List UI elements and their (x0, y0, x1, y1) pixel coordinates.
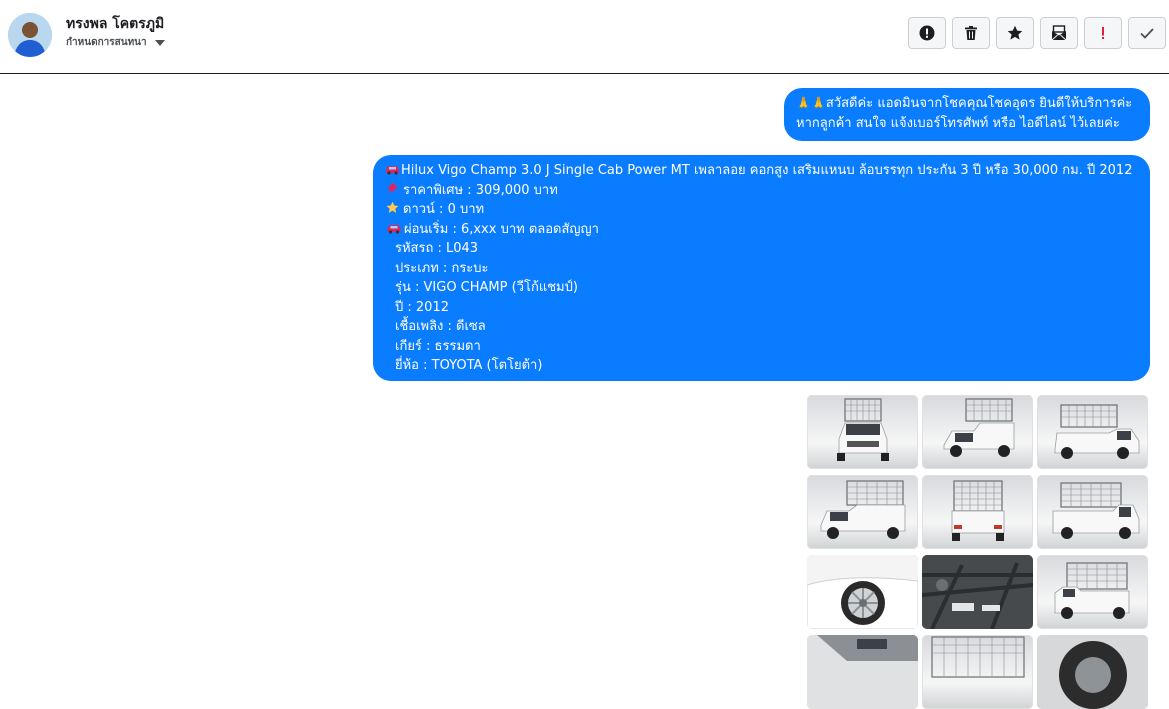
truck-photo-icon (1052, 482, 1140, 539)
report-button[interactable] (908, 17, 946, 49)
star-icon (1007, 25, 1023, 40)
message-bubble-greeting[interactable]: 🙏🙏สวัสดีค่ะ แอดมินจากโชคคุณโชคอุดร ยินดี… (784, 88, 1150, 141)
truck-photo-icon (837, 398, 889, 461)
message-text: สวัสดีค่ะ แอดมินจากโชคคุณโชคอุดร ยินดีให… (825, 96, 1133, 111)
truck-photo-icon (1054, 404, 1140, 459)
listing-title: Hilux Vigo Champ 3.0 J Single Cab Power … (401, 163, 1133, 178)
photo-thumbnail[interactable] (807, 635, 918, 709)
message-text: หากลูกค้า สนใจ แจ้งเบอร์โทรศัพท์ หรือ ไอ… (796, 115, 1120, 131)
done-button[interactable] (1128, 17, 1166, 49)
important-button[interactable] (1084, 17, 1122, 49)
listing-year: ปี : 2012 (395, 299, 449, 315)
exclamation-icon (1102, 27, 1104, 39)
tire-photo-icon (1037, 635, 1148, 709)
photo-thumbnail[interactable] (1037, 555, 1148, 629)
wheel-photo-icon (807, 555, 918, 629)
photo-thumbnail[interactable] (807, 555, 918, 629)
photo-thumbnail[interactable] (1037, 395, 1148, 469)
listing-gear: เกียร์ : ธรรมดา (395, 338, 481, 354)
listing-price: ราคาพิเศษ : 309,000 บาท (403, 182, 558, 198)
chevron-down-icon (154, 39, 165, 46)
trash-icon (965, 26, 977, 40)
photo-thumbnail[interactable] (922, 635, 1033, 709)
photo-thumbnail[interactable] (1037, 635, 1148, 709)
mail-icon (1051, 25, 1067, 41)
conversation-actions (908, 17, 1166, 49)
alert-circle-icon (919, 25, 935, 41)
truck-photo-icon (820, 480, 906, 539)
listing-fuel: เชื้อเพลิง : ดีเซล (395, 319, 486, 334)
listing-brand: ยี่ห้อ : TOYOTA (โตโยต้า) (395, 358, 543, 373)
listing-down-payment: ดาวน์ : 0 บาท (403, 202, 485, 217)
contact-name[interactable]: ทรงพล โคตรภูมิ (66, 13, 164, 35)
photo-thumbnail[interactable] (922, 555, 1033, 629)
photo-thumbnail[interactable] (807, 475, 918, 549)
assign-conversation-dropdown[interactable]: กำหนดการสนทนา (66, 35, 165, 50)
truck-photo-icon (943, 398, 1015, 457)
cargo-rack-photo-icon (931, 636, 1025, 678)
photo-thumbnail[interactable] (807, 395, 918, 469)
undercarriage-photo-icon (922, 555, 1033, 629)
pushpin-icon (387, 182, 398, 193)
listing-model: รุ่น : VIGO CHAMP (วีโก้แชมป์) (395, 280, 578, 295)
listing-installment: ผ่อนเริ่ม : 6,xxx บาท ตลอดสัญญา (404, 221, 599, 237)
user-avatar-icon (8, 13, 52, 57)
star-button[interactable] (996, 17, 1034, 49)
delete-button[interactable] (952, 17, 990, 49)
check-icon (1140, 28, 1154, 39)
car-icon (386, 166, 399, 175)
listing-type: ประเภท : กระบะ (395, 260, 489, 276)
photo-thumbnail[interactable] (922, 395, 1033, 469)
message-bubble-listing[interactable]: Hilux Vigo Champ 3.0 J Single Cab Power … (373, 155, 1150, 381)
interior-photo-icon (807, 635, 918, 709)
photo-thumbnail[interactable] (922, 475, 1033, 549)
truck-photo-icon (951, 480, 1005, 541)
photo-thumbnail[interactable] (1037, 475, 1148, 549)
assign-label: กำหนดการสนทนา (66, 37, 147, 48)
avatar[interactable] (8, 13, 52, 57)
truck-photo-icon (1054, 562, 1130, 619)
pray-emoji-icon: 🙏🙏 (796, 96, 826, 110)
listing-code: รหัสรถ : L043 (395, 241, 479, 256)
conversation-header: ทรงพล โคตรภูมิ กำหนดการสนทนา (0, 0, 1169, 74)
star-emoji-icon (386, 201, 399, 213)
mark-unread-button[interactable] (1040, 17, 1078, 49)
car-icon (387, 224, 401, 234)
